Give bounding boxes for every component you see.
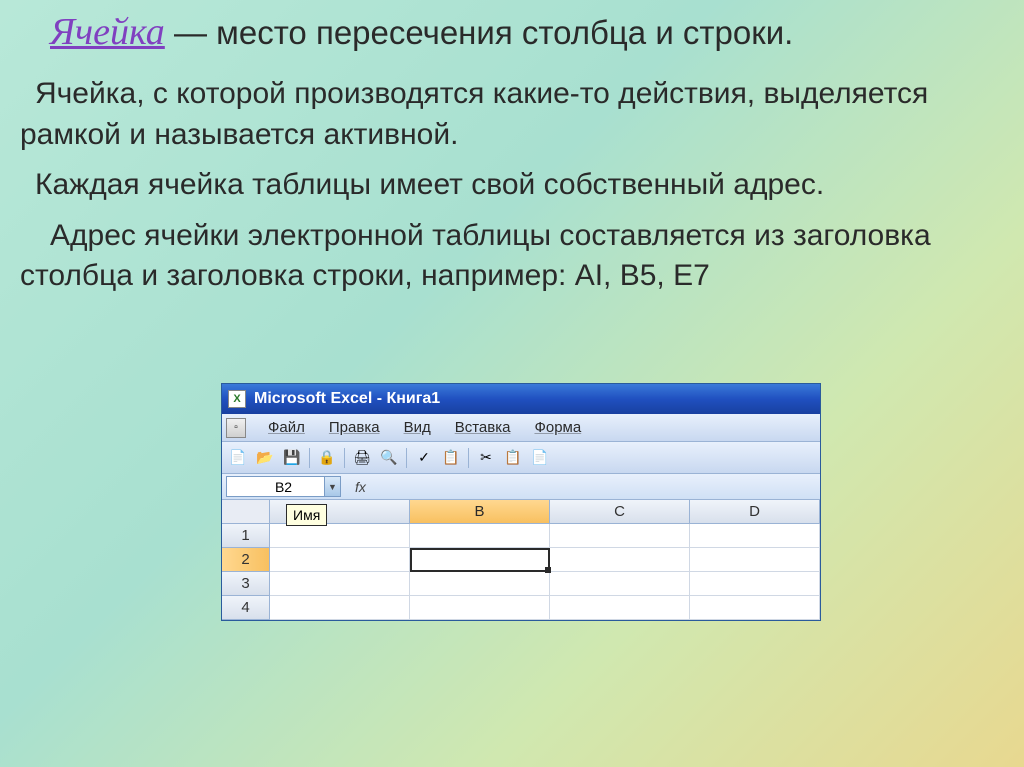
excel-app-icon: X (228, 390, 246, 408)
menu-edit[interactable]: Правка (317, 419, 392, 436)
cell-d1[interactable] (690, 524, 820, 548)
menu-format[interactable]: Форма (522, 419, 593, 436)
excel-window: X Microsoft Excel - Книга1 ▫ Файл Правка… (221, 383, 821, 621)
copy-icon[interactable]: 📋 (501, 446, 525, 470)
term-word: Ячейка (50, 11, 165, 53)
row-header-3[interactable]: 3 (222, 572, 270, 596)
research-icon[interactable]: 📋 (439, 446, 463, 470)
cell-d3[interactable] (690, 572, 820, 596)
cell-c2[interactable] (550, 548, 690, 572)
formula-bar: B2 ▼ fx (222, 474, 820, 500)
row-header-1[interactable]: 1 (222, 524, 270, 548)
print-icon[interactable]: 🖨 (350, 446, 374, 470)
name-box-value: B2 (275, 479, 292, 495)
cut-icon[interactable]: ✂ (474, 446, 498, 470)
col-header-c[interactable]: C (550, 500, 690, 524)
toolbar-separator (468, 448, 469, 468)
row-header-2[interactable]: 2 (222, 548, 270, 572)
system-menu-icon[interactable]: ▫ (226, 418, 246, 438)
select-all-corner[interactable] (222, 500, 270, 524)
cell-d4[interactable] (690, 596, 820, 620)
paragraph-2: Каждая ячейка таблицы имеет свой собстве… (20, 165, 1004, 206)
spelling-icon[interactable]: ✓ (412, 446, 436, 470)
toolbar-separator (344, 448, 345, 468)
paste-icon[interactable]: 📄 (528, 446, 552, 470)
new-icon[interactable]: 📄 (226, 446, 250, 470)
title-rest: — место пересечения столбца и строки. (165, 14, 793, 51)
menu-insert[interactable]: Вставка (443, 419, 523, 436)
toolbar-separator (309, 448, 310, 468)
titlebar: X Microsoft Excel - Книга1 (222, 384, 820, 414)
cell-c4[interactable] (550, 596, 690, 620)
open-icon[interactable]: 📂 (253, 446, 277, 470)
name-tooltip: Имя (286, 504, 327, 526)
cell-c1[interactable] (550, 524, 690, 548)
menubar: ▫ Файл Правка Вид Вставка Форма (222, 414, 820, 442)
cell-d2[interactable] (690, 548, 820, 572)
col-header-d[interactable]: D (690, 500, 820, 524)
cell-b2-active[interactable] (410, 548, 550, 572)
window-title: Microsoft Excel - Книга1 (254, 390, 440, 408)
name-box-dropdown-icon[interactable]: ▼ (324, 477, 340, 496)
menu-file[interactable]: Файл (256, 419, 317, 436)
col-header-b[interactable]: B (410, 500, 550, 524)
cell-b1[interactable] (410, 524, 550, 548)
cell-a2[interactable] (270, 548, 410, 572)
slide-title: Ячейка — место пересечения столбца и стр… (20, 10, 1004, 54)
menu-view[interactable]: Вид (392, 419, 443, 436)
name-box[interactable]: B2 ▼ (226, 476, 341, 497)
cell-a3[interactable] (270, 572, 410, 596)
cell-a1[interactable] (270, 524, 410, 548)
cell-c3[interactable] (550, 572, 690, 596)
paragraph-1: Ячейка, с которой производятся какие-то … (20, 74, 1004, 155)
toolbar-separator (406, 448, 407, 468)
save-icon[interactable]: 💾 (280, 446, 304, 470)
print-preview-icon[interactable]: 🔍 (377, 446, 401, 470)
row-header-4[interactable]: 4 (222, 596, 270, 620)
permission-icon[interactable]: 🔒 (315, 446, 339, 470)
toolbar: 📄 📂 💾 🔒 🖨 🔍 ✓ 📋 ✂ 📋 📄 (222, 442, 820, 474)
cell-b3[interactable] (410, 572, 550, 596)
cell-a4[interactable] (270, 596, 410, 620)
cell-b4[interactable] (410, 596, 550, 620)
sheet-area: Имя B C D 1 2 3 4 (222, 500, 820, 620)
paragraph-3: Адрес ячейки электронной таблицы составл… (20, 216, 1004, 297)
fx-button[interactable]: fx (345, 479, 376, 495)
